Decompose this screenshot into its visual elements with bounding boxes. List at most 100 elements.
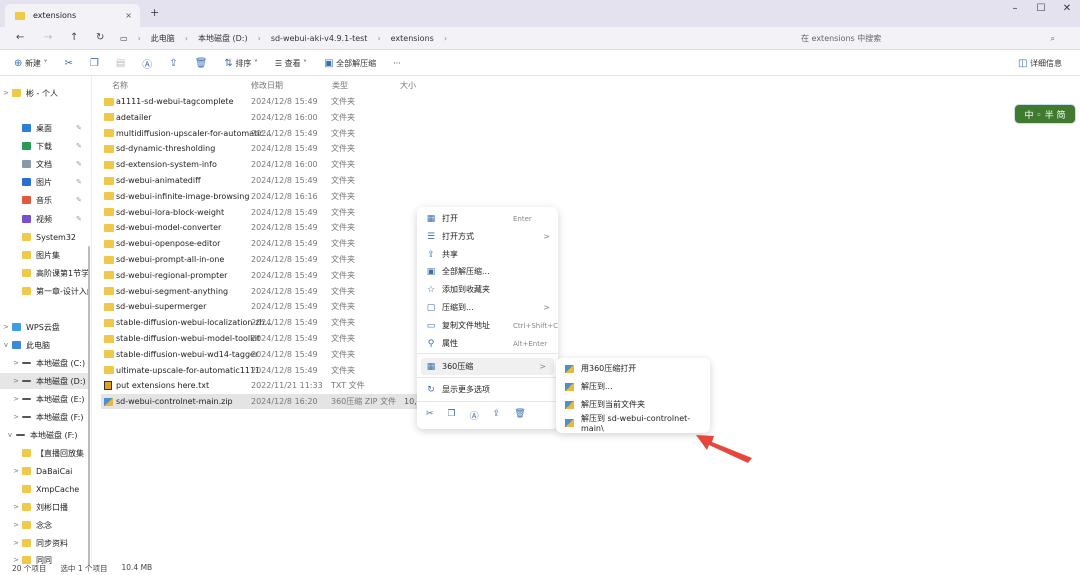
context-menu-item[interactable]: ☆ 添加到收藏夹: [417, 281, 558, 298]
file-row[interactable]: stable-diffusion-webui-model-toolkit 2024…: [101, 331, 417, 346]
sidebar-item[interactable]: v 本地磁盘 (F:): [0, 427, 90, 443]
sidebar-item[interactable]: 视频 ✎: [0, 211, 90, 227]
refresh-button[interactable]: ↻: [96, 32, 104, 43]
file-row[interactable]: sd-webui-regional-prompter 2024/12/8 15:4…: [101, 268, 417, 283]
submenu-item[interactable]: 解压到 sd-webui-controlnet-main\: [556, 414, 710, 433]
more-button[interactable]: ···: [393, 59, 401, 68]
rename-icon[interactable]: Ⓐ: [470, 409, 479, 422]
sidebar-item[interactable]: > 彬 - 个人: [0, 85, 90, 101]
chevron-icon[interactable]: >: [10, 503, 22, 511]
sort-button[interactable]: ⇅ 排序 ˅: [224, 58, 257, 69]
sidebar-item[interactable]: > 本地磁盘 (C:): [0, 355, 90, 371]
submenu-item[interactable]: 解压到...: [556, 378, 710, 395]
new-tab-button[interactable]: +: [150, 6, 159, 19]
chevron-icon[interactable]: >: [10, 377, 22, 385]
breadcrumb-item[interactable]: 本地磁盘 (D:): [198, 33, 248, 44]
sidebar-item[interactable]: System32: [0, 229, 90, 245]
delete-icon[interactable]: 🗑: [195, 58, 208, 69]
rename-icon[interactable]: Ⓐ: [142, 56, 152, 71]
sidebar-item[interactable]: 第一章-设计入门: [0, 283, 90, 299]
close-window-button[interactable]: ✕: [1054, 0, 1080, 18]
paste-icon[interactable]: ▤: [116, 58, 125, 69]
breadcrumb-item[interactable]: extensions: [391, 34, 434, 43]
file-row[interactable]: sd-webui-lora-block-weight 2024/12/8 15:4…: [101, 205, 417, 220]
file-row[interactable]: sd-webui-infinite-image-browsing 2024/12/…: [101, 189, 417, 204]
submenu-item[interactable]: 解压到当前文件夹: [556, 396, 710, 413]
maximize-button[interactable]: ☐: [1028, 0, 1054, 18]
file-row[interactable]: sd-extension-system-info 2024/12/8 16:00 文…: [101, 157, 417, 172]
search-input[interactable]: 在 extensions 中搜索 ⌕: [793, 30, 1063, 47]
copy-icon[interactable]: ❐: [90, 58, 99, 69]
context-menu-item[interactable]: ↻ 显示更多选项: [417, 381, 558, 398]
copy-icon[interactable]: ❐: [448, 409, 456, 422]
close-tab-icon[interactable]: ×: [125, 11, 132, 20]
file-row[interactable]: stable-diffusion-webui-localization-zh..…: [101, 315, 417, 330]
new-button[interactable]: ⊕ 新建 ˅: [14, 58, 47, 69]
context-menu-item[interactable]: ⇪ 共享: [417, 246, 558, 263]
cut-icon[interactable]: ✂: [64, 58, 72, 69]
column-name[interactable]: 名称: [112, 80, 128, 91]
share-icon[interactable]: ⇪: [169, 58, 177, 69]
minimize-button[interactable]: –: [1002, 0, 1028, 18]
chevron-icon[interactable]: >: [0, 89, 12, 97]
file-row[interactable]: sd-webui-model-converter 2024/12/8 15:49 文…: [101, 220, 417, 235]
sidebar-item[interactable]: > 本地磁盘 (F:): [0, 409, 90, 425]
scrollbar[interactable]: [88, 246, 90, 566]
file-row[interactable]: multidiffusion-upscaler-for-automatic...…: [101, 126, 417, 141]
breadcrumb-item[interactable]: sd-webui-aki-v4.9.1-test: [271, 34, 368, 43]
column-type[interactable]: 类型: [332, 80, 348, 91]
forward-button[interactable]: →: [44, 32, 52, 43]
back-button[interactable]: ←: [16, 32, 24, 43]
chevron-icon[interactable]: >: [10, 539, 22, 547]
sidebar-item[interactable]: 下载 ✎: [0, 138, 90, 154]
file-row[interactable]: stable-diffusion-webui-wd14-tagger 2024/1…: [101, 347, 417, 362]
file-row[interactable]: adetailer 2024/12/8 16:00 文件夹: [101, 110, 417, 125]
sidebar-item[interactable]: > 同步资料: [0, 535, 90, 551]
column-date[interactable]: 修改日期: [251, 80, 283, 91]
sidebar-item[interactable]: v 此电脑: [0, 337, 90, 353]
file-row[interactable]: sd-webui-prompt-all-in-one 2024/12/8 15:4…: [101, 252, 417, 267]
sidebar-item[interactable]: > DaBaiCai: [0, 463, 90, 479]
delete-icon[interactable]: 🗑: [514, 409, 525, 422]
context-menu-item[interactable]: ▢ 压缩到... >: [417, 299, 558, 316]
submenu-item[interactable]: 用360压缩打开: [556, 360, 710, 377]
file-row[interactable]: sd-webui-supermerger 2024/12/8 15:49 文件夹: [101, 299, 417, 314]
context-menu-item[interactable]: ▭ 复制文件地址 Ctrl+Shift+C: [417, 317, 558, 334]
chevron-icon[interactable]: >: [10, 467, 22, 475]
chevron-icon[interactable]: v: [0, 341, 12, 349]
chevron-icon[interactable]: v: [4, 431, 16, 439]
breadcrumb-item[interactable]: 此电脑: [151, 33, 175, 44]
ime-badge[interactable]: 中 ◦ 半 简: [1014, 104, 1076, 124]
sidebar-item[interactable]: 图片 ✎: [0, 174, 90, 190]
chevron-icon[interactable]: >: [0, 323, 12, 331]
file-row[interactable]: ultimate-upscale-for-automatic1111 2024/1…: [101, 363, 417, 378]
extract-all-button[interactable]: ▣ 全部解压缩: [324, 58, 376, 69]
file-row[interactable]: sd-webui-segment-anything 2024/12/8 15:49…: [101, 284, 417, 299]
context-menu-item[interactable]: ☰ 打开方式 >: [417, 228, 558, 245]
breadcrumb[interactable]: ▭ › 此电脑 › 本地磁盘 (D:) › sd-webui-aki-v4.9.1-t…: [120, 30, 782, 47]
view-button[interactable]: ☰ 查看 ˅: [275, 58, 307, 69]
context-menu-item[interactable]: ⚲ 属性 Alt+Enter: [417, 335, 558, 352]
context-menu-item[interactable]: ▣ 全部解压缩...: [417, 263, 558, 280]
context-menu-item[interactable]: ▦ 360压缩 >: [421, 358, 554, 375]
share-icon[interactable]: ⇪: [493, 409, 501, 422]
cut-icon[interactable]: ✂: [426, 409, 434, 422]
sidebar-item[interactable]: 图片集: [0, 247, 90, 263]
sidebar-item[interactable]: 【直播回放集: [0, 445, 90, 461]
file-row[interactable]: sd-webui-controlnet-main.zip 2024/12/8 16…: [101, 394, 431, 410]
file-row[interactable]: put extensions here.txt 2022/11/21 11:33 T…: [101, 378, 417, 393]
sidebar-item[interactable]: 桌面 ✎: [0, 120, 90, 136]
sidebar-item[interactable]: > WPS云盘: [0, 319, 90, 335]
file-row[interactable]: sd-webui-openpose-editor 2024/12/8 15:49 文…: [101, 236, 417, 251]
chevron-icon[interactable]: >: [10, 521, 22, 529]
details-button[interactable]: ◫ 详细信息: [1018, 58, 1062, 69]
sidebar-item[interactable]: > 刘彬口播: [0, 499, 90, 515]
sidebar-item[interactable]: 音乐 ✎: [0, 192, 90, 208]
up-button[interactable]: ↑: [70, 32, 78, 43]
chevron-icon[interactable]: >: [10, 413, 22, 421]
file-row[interactable]: sd-webui-animatediff 2024/12/8 15:49 文件夹: [101, 173, 417, 188]
sidebar-item[interactable]: > 念念: [0, 517, 90, 533]
file-row[interactable]: a1111-sd-webui-tagcomplete 2024/12/8 15:4…: [101, 94, 417, 109]
sidebar-item[interactable]: XmpCache: [0, 481, 90, 497]
chevron-icon[interactable]: >: [10, 395, 22, 403]
